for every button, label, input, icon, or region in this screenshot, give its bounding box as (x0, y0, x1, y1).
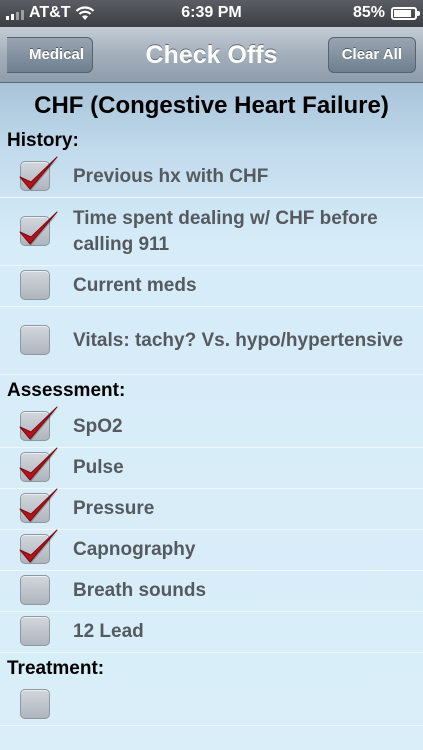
check-label: Pressure (73, 498, 155, 519)
checkmark-icon (19, 211, 58, 245)
check-row[interactable] (0, 685, 423, 726)
check-label: Vitals: tachy? Vs. hypo/hypertensive (73, 329, 404, 351)
check-label: Previous hx with CHF (73, 166, 269, 187)
checkbox[interactable] (20, 575, 50, 605)
checklist-content[interactable]: CHF (Congestive Heart Failure) History: … (0, 83, 423, 750)
check-label: SpO2 (73, 416, 123, 437)
check-row[interactable]: Capnography (0, 529, 423, 571)
check-label: Current meds (73, 275, 197, 296)
check-row[interactable]: Time spent dealing w/ CHF before calling… (0, 198, 423, 266)
checkmark-icon (19, 447, 58, 482)
check-row[interactable]: Pulse (0, 447, 423, 489)
navigation-bar: Medical Check Offs Clear All (0, 27, 423, 83)
check-row[interactable]: Current meds (0, 266, 423, 307)
checkmark-icon (19, 156, 58, 191)
checkmark-icon (19, 529, 58, 564)
checkbox[interactable] (19, 529, 58, 564)
checkbox[interactable] (20, 270, 50, 300)
check-label: Pulse (73, 457, 124, 478)
check-row[interactable]: Pressure (0, 488, 423, 530)
clear-all-button[interactable]: Clear All (327, 37, 416, 73)
section-header-history: History: (7, 130, 79, 151)
section-header-assessment: Assessment: (7, 380, 126, 401)
check-row[interactable]: Vitals: tachy? Vs. hypo/hypertensive (0, 307, 423, 375)
checkmark-icon (19, 406, 58, 441)
checkbox[interactable] (20, 616, 50, 646)
page-title: CHF (Congestive Heart Failure) (34, 92, 389, 119)
status-bar: AT&T 6:39 PM 85% (0, 0, 423, 27)
check-label: 12 Lead (73, 621, 144, 642)
checkbox[interactable] (20, 324, 50, 355)
check-row[interactable]: SpO2 (0, 406, 423, 448)
status-right: 85% (352, 4, 420, 22)
check-label: Time spent dealing w/ CHF before calling… (73, 207, 378, 255)
checkbox[interactable] (19, 488, 58, 523)
battery-charging-icon (391, 6, 420, 20)
checkbox[interactable] (19, 406, 58, 441)
checkmark-icon (19, 488, 58, 523)
checkbox[interactable] (19, 211, 58, 246)
section-header-treatment: Treatment: (7, 658, 105, 679)
check-row[interactable]: Previous hx with CHF (0, 156, 423, 198)
checkbox[interactable] (19, 447, 58, 482)
checkbox[interactable] (20, 689, 50, 719)
battery-percent: 85% (352, 4, 385, 21)
check-row[interactable]: Breath sounds (0, 571, 423, 612)
checkbox[interactable] (19, 156, 58, 191)
check-label: Capnography (73, 539, 196, 560)
check-row[interactable]: 12 Lead (0, 612, 423, 653)
check-label: Breath sounds (73, 580, 207, 601)
